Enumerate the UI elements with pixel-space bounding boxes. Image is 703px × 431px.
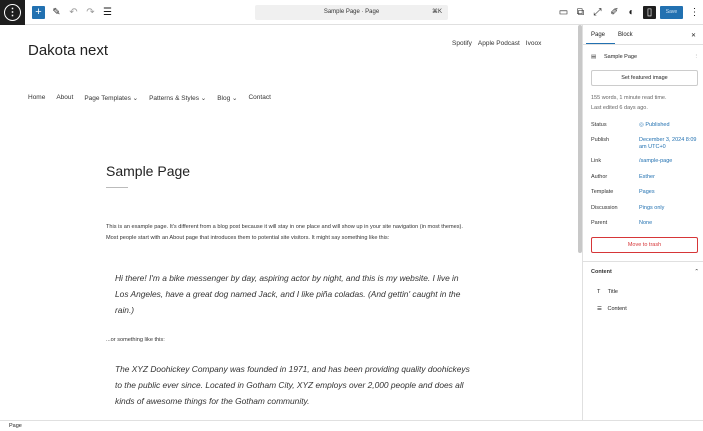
meta-edited: Last edited 6 days ago.: [591, 105, 648, 111]
content-item-content[interactable]: Content: [607, 306, 626, 312]
parent-label: Parent: [591, 220, 608, 226]
template-label: Template: [591, 189, 614, 195]
discussion-label: Discussion: [591, 205, 618, 211]
paragraph-icon: ☰: [597, 306, 602, 312]
status-value[interactable]: ◎ Published: [639, 122, 670, 129]
paragraph[interactable]: This is an example page. It's different …: [106, 222, 476, 243]
set-featured-image-button[interactable]: Set featured image: [591, 70, 698, 86]
nav-item[interactable]: Contact: [248, 94, 270, 102]
meta-words: 155 words, 1 minute read time.: [591, 95, 667, 101]
page-icon: ▤: [591, 54, 597, 60]
redo-icon[interactable]: ↷: [84, 6, 97, 19]
publish-value[interactable]: December 3, 2024 8:09 am UTC+0: [639, 137, 697, 151]
link-label: Link: [591, 158, 602, 164]
site-title[interactable]: Dakota next: [28, 42, 108, 59]
author-value[interactable]: Esther: [639, 174, 655, 181]
view-page-icon[interactable]: ⧉: [574, 6, 587, 19]
undo-icon[interactable]: ↶: [67, 6, 80, 19]
social-link[interactable]: Spotify: [452, 40, 472, 47]
nav-item[interactable]: Page Templates ⌄: [84, 94, 138, 102]
styles-icon[interactable]: ◐: [625, 6, 638, 19]
template-value[interactable]: Pages: [639, 189, 655, 196]
quote[interactable]: Hi there! I'm a bike messenger by day, a…: [115, 270, 470, 318]
options-icon[interactable]: ⋮: [688, 6, 701, 19]
site-navigation: Home About Page Templates ⌄ Patterns & S…: [28, 94, 271, 102]
document-overview-icon[interactable]: ☰: [101, 6, 114, 19]
shortcut: ⌘K: [431, 9, 442, 15]
fullscreen-icon[interactable]: ⤢: [591, 6, 604, 19]
heading-icon: T: [597, 289, 601, 295]
page-title[interactable]: Sample Page: [106, 163, 190, 179]
separator: [106, 187, 128, 188]
status-text: Published: [645, 122, 670, 128]
discussion-value[interactable]: Pings only: [639, 205, 664, 212]
wordpress-icon: ⋮: [4, 4, 21, 21]
move-to-trash-button[interactable]: Move to trash: [591, 237, 698, 253]
command-palette[interactable]: Sample Page · Page ⌘K: [255, 5, 448, 20]
wordpress-menu-button[interactable]: ⋮: [0, 0, 25, 25]
document-title: Sample Page: [604, 54, 638, 60]
block-breadcrumb[interactable]: Page: [0, 420, 703, 431]
editor-canvas: Dakota next Spotify Apple Podcast Ivoox …: [0, 25, 578, 420]
status-label: Status: [591, 122, 607, 128]
tools-icon[interactable]: ✐: [608, 6, 621, 19]
device-preview-icon[interactable]: ▭: [557, 6, 570, 19]
chevron-up-icon[interactable]: ⌃: [694, 269, 699, 275]
add-block-button[interactable]: +: [32, 6, 45, 19]
social-links: Spotify Apple Podcast Ivoox: [452, 40, 541, 47]
link-value[interactable]: /sample-page: [639, 158, 672, 165]
more-options-icon[interactable]: ⋮: [694, 54, 700, 60]
social-link[interactable]: Ivoox: [526, 40, 542, 47]
publish-label: Publish: [591, 137, 610, 143]
paragraph[interactable]: ...or something like this:: [106, 337, 165, 343]
quote[interactable]: The XYZ Doohickey Company was founded in…: [115, 361, 470, 409]
command-title: Sample Page · Page: [323, 9, 380, 15]
settings-sidebar-icon[interactable]: ▯: [643, 6, 656, 19]
editor-toolbar: ⋮ + ✎ ↶ ↷ ☰ Sample Page · Page ⌘K ▭ ⧉ ⤢ ✐…: [0, 0, 703, 25]
parent-value[interactable]: None: [639, 220, 652, 227]
tab-page[interactable]: Page: [585, 32, 616, 44]
save-button[interactable]: Save: [660, 6, 683, 19]
close-icon[interactable]: ✕: [691, 32, 696, 39]
pencil-tool-icon[interactable]: ✎: [50, 6, 63, 19]
published-check-icon: ◎: [639, 122, 644, 128]
social-link[interactable]: Apple Podcast: [478, 40, 520, 47]
content-panel-heading[interactable]: Content: [591, 269, 612, 275]
content-item-title[interactable]: Title: [608, 289, 618, 295]
author-label: Author: [591, 174, 608, 180]
nav-item[interactable]: About: [56, 94, 73, 102]
nav-item[interactable]: Blog ⌄: [217, 94, 237, 102]
tab-block[interactable]: Block: [618, 32, 633, 38]
settings-sidebar: Page Block ✕ ▤ Sample Page ⋮ Set featured …: [582, 25, 703, 420]
nav-item[interactable]: Patterns & Styles ⌄: [149, 94, 206, 102]
nav-item[interactable]: Home: [28, 94, 45, 102]
